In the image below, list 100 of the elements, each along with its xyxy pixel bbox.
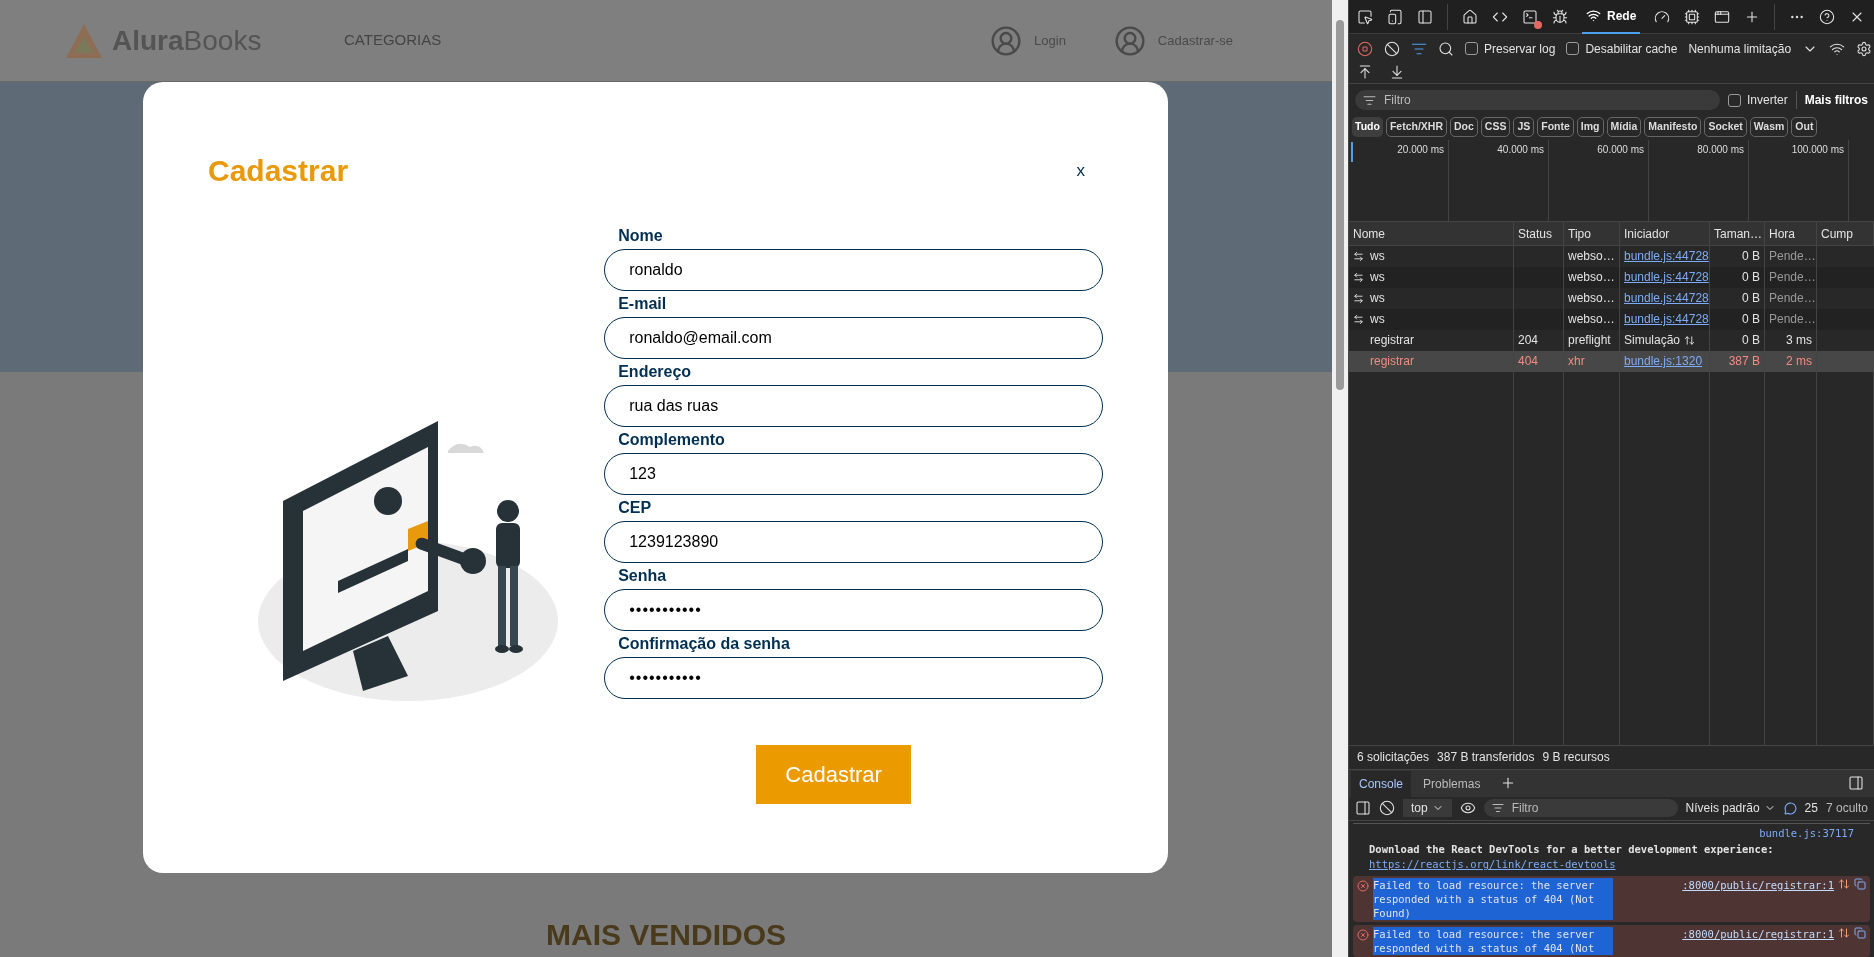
type-filter-chip[interactable]: Fonte <box>1537 117 1574 137</box>
timeline-tick: 40.000 ms <box>1497 143 1544 157</box>
websocket-icon <box>1353 272 1364 283</box>
request-size: 0 B <box>1742 333 1760 347</box>
type-filter-chip[interactable]: JS <box>1513 117 1535 137</box>
initiator-link[interactable]: bundle.js:44728 <box>1624 288 1709 309</box>
type-filter-chip[interactable]: Mídia <box>1606 117 1642 137</box>
clear-icon[interactable] <box>1379 800 1395 817</box>
column-header[interactable]: Iniciador <box>1620 222 1710 245</box>
gauge-icon[interactable] <box>1654 8 1671 25</box>
request-size: 0 B <box>1742 270 1760 284</box>
checkbox[interactable] <box>1566 42 1580 55</box>
type-filter-chip[interactable]: CSS <box>1480 117 1511 137</box>
drawer-tab[interactable]: Problemas <box>1415 770 1489 797</box>
type-filter-chip[interactable]: Out <box>1791 117 1818 137</box>
type-filter-chip[interactable]: Doc <box>1450 117 1478 137</box>
devtools-link[interactable]: https://reactjs.org/link/react-devtools <box>1369 857 1854 873</box>
password-field[interactable]: ••••••••••• <box>604 589 1103 631</box>
field-label: E-mail <box>617 294 668 314</box>
device-icon[interactable] <box>1387 8 1403 25</box>
search-icon[interactable] <box>1438 40 1454 57</box>
dock-icon[interactable] <box>1848 774 1864 791</box>
input-field[interactable]: 1239123890 <box>604 521 1103 563</box>
message-icon <box>1783 801 1797 815</box>
timeline-tick: 80.000 ms <box>1697 143 1744 157</box>
source-link[interactable]: :8000/public/registrar:1 <box>1682 878 1834 892</box>
request-name: registrar <box>1370 332 1414 349</box>
request-name: registrar <box>1370 353 1414 370</box>
source-link[interactable]: :8000/public/registrar:1 <box>1682 927 1834 941</box>
request-size: 0 B <box>1742 312 1760 326</box>
input-field[interactable]: ronaldo <box>604 249 1103 291</box>
column-header[interactable]: Hora <box>1765 222 1817 245</box>
upload-icon[interactable] <box>1357 63 1373 80</box>
initiator-link[interactable]: bundle.js:44728 <box>1624 246 1709 267</box>
window-icon[interactable] <box>1714 8 1731 25</box>
inspect-icon[interactable] <box>1357 8 1373 25</box>
overlapping-shapes-icon <box>1854 927 1866 939</box>
panel-icon[interactable] <box>1417 8 1433 25</box>
type-filter-chip[interactable]: Fetch/XHR <box>1385 117 1447 137</box>
home-icon[interactable] <box>1462 8 1478 25</box>
clear-icon[interactable] <box>1384 40 1400 57</box>
column-header[interactable]: Nome <box>1349 222 1514 245</box>
overlapping-shapes-icon <box>1854 878 1866 890</box>
settings-icon[interactable] <box>1856 40 1873 57</box>
type-filter-chip[interactable]: Wasm <box>1749 117 1789 137</box>
request-time: Pende… <box>1769 270 1816 284</box>
initiator-link[interactable]: bundle.js:1320 <box>1624 351 1703 372</box>
chip-icon[interactable] <box>1684 8 1701 25</box>
request-row[interactable]: ws webso… bundle.js:44728 0 B Pende… <box>1349 309 1874 330</box>
request-row[interactable]: registrar 404 xhr bundle.js:1320 387 B 2 ms <box>1349 351 1874 372</box>
source-link[interactable]: bundle.js:37117 <box>1759 825 1854 842</box>
request-type: webso… <box>1568 249 1615 263</box>
initiator-link[interactable]: bundle.js:44728 <box>1624 309 1709 330</box>
network-icon <box>1838 927 1850 939</box>
checkbox[interactable] <box>1727 93 1741 107</box>
bug-icon[interactable] <box>1552 8 1568 25</box>
more-filters-button[interactable]: Mais filtros <box>1804 91 1868 109</box>
network-icon <box>1838 878 1850 890</box>
timeline-marker <box>1351 142 1353 162</box>
context-select[interactable]: top <box>1403 799 1452 818</box>
input-field[interactable]: 123 <box>604 453 1103 495</box>
column-header[interactable]: Taman… <box>1710 222 1765 245</box>
initiator-link[interactable]: bundle.js:44728 <box>1624 267 1709 288</box>
error-text: Failed to load resource: the server responded with a status of 404 (Not Found) <box>1373 878 1613 920</box>
type-filter-chip[interactable]: Manifesto <box>1644 117 1702 137</box>
request-name: ws <box>1370 311 1385 328</box>
type-filter-chip[interactable]: Socket <box>1704 117 1747 137</box>
input-field[interactable]: rua das ruas <box>604 385 1103 427</box>
help-icon[interactable] <box>1819 8 1836 25</box>
terminal-icon[interactable] <box>1522 8 1538 25</box>
sidebar-icon[interactable] <box>1355 800 1371 817</box>
request-size: 387 B <box>1728 354 1760 368</box>
request-time: Pende… <box>1769 312 1816 326</box>
field-label: Endereço <box>617 362 693 382</box>
request-time: Pende… <box>1769 249 1816 263</box>
console-filter-field[interactable]: Filtro <box>1483 799 1678 818</box>
close-button[interactable]: x <box>1068 157 1093 184</box>
initiator-text: Simulação <box>1624 332 1681 349</box>
column-header[interactable]: Cump <box>1817 222 1874 245</box>
record-icon[interactable] <box>1357 40 1373 57</box>
throttling-select[interactable]: Nenhuma limitação <box>1688 39 1792 58</box>
password-field[interactable]: ••••••••••• <box>604 657 1103 699</box>
checkbox[interactable] <box>1465 42 1478 55</box>
modal-title: Cadastrar <box>208 153 349 189</box>
filter-icon <box>1491 802 1504 815</box>
column-header[interactable]: Tipo <box>1564 222 1620 245</box>
filter-field[interactable]: Filtro <box>1355 90 1720 110</box>
panel-tab[interactable]: Rede <box>1582 0 1641 34</box>
levels-select[interactable]: Níveis padrão <box>1685 799 1776 818</box>
error-badge <box>1534 20 1542 29</box>
type-filter-chip[interactable]: Img <box>1576 117 1604 137</box>
type-filter-chip[interactable]: Tudo <box>1352 117 1383 137</box>
request-row[interactable]: ws webso… bundle.js:44728 0 B Pende… <box>1349 267 1874 288</box>
download-icon[interactable] <box>1389 63 1405 80</box>
drawer-tab[interactable]: Console <box>1351 770 1412 797</box>
field-label: Senha <box>617 566 668 586</box>
input-field[interactable]: ronaldo@email.com <box>604 317 1103 359</box>
column-header[interactable]: Status <box>1514 222 1564 245</box>
websocket-icon <box>1353 293 1364 304</box>
field-label: Complemento <box>617 430 726 450</box>
